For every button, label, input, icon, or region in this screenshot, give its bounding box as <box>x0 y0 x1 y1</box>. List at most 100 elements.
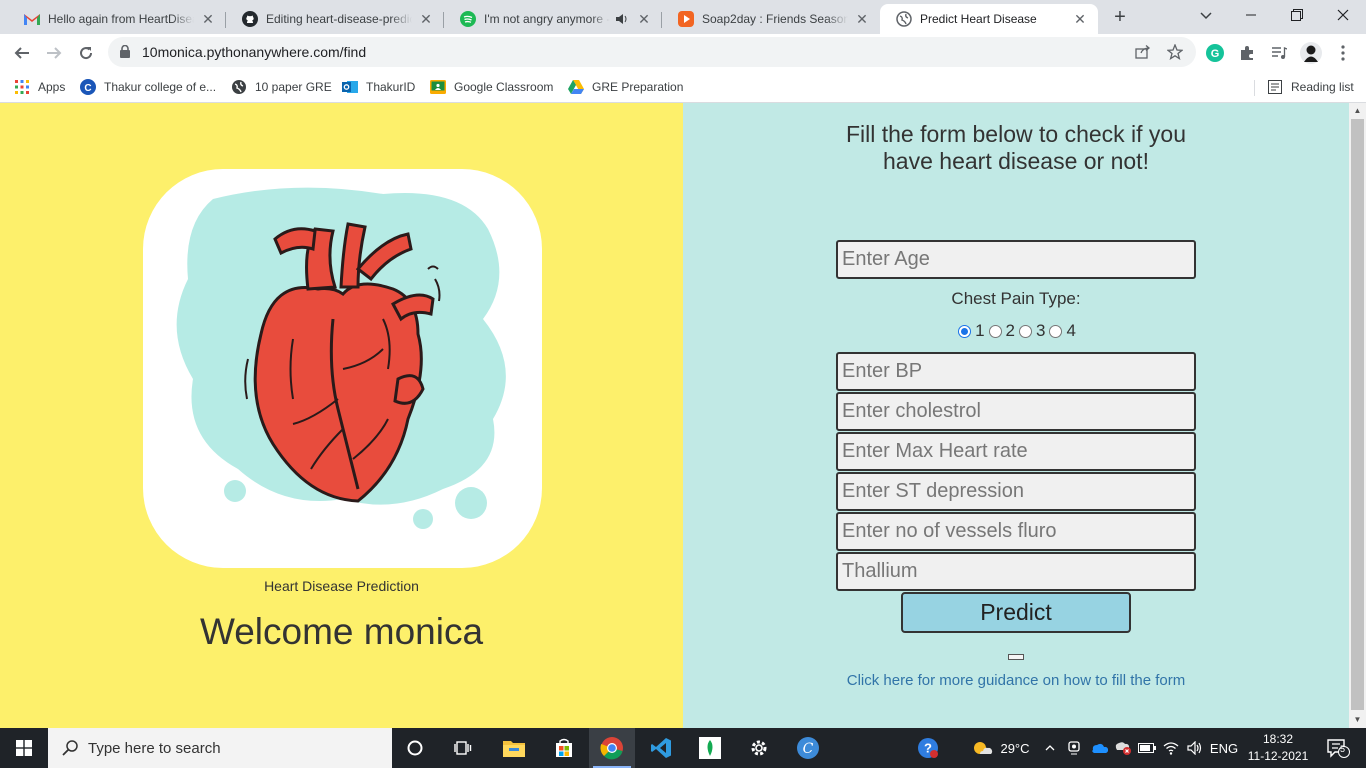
reading-list-button[interactable]: Reading list <box>1267 76 1354 98</box>
close-tab-icon[interactable]: ✕ <box>1072 11 1088 27</box>
predict-button[interactable]: Predict <box>901 592 1131 633</box>
back-button[interactable] <box>8 39 36 67</box>
language-indicator[interactable]: ENG <box>1208 728 1240 768</box>
minimize-button[interactable] <box>1228 0 1274 30</box>
weather-temp: 29°C <box>1000 740 1030 756</box>
file-explorer-icon[interactable] <box>491 728 537 768</box>
welcome-panel: Heart Disease Prediction Welcome monica <box>0 103 683 728</box>
microsoft-store-icon[interactable] <box>541 728 587 768</box>
bookmark-google-classroom[interactable]: Google Classroom <box>430 76 553 98</box>
chest-pain-option-4[interactable]: 4 <box>1047 321 1076 341</box>
battery-icon[interactable] <box>1136 728 1158 768</box>
cortana-icon[interactable] <box>392 728 438 768</box>
bookmark-thakur-college[interactable]: C Thakur college of e... <box>80 76 216 98</box>
tab-github[interactable]: Editing heart-disease-predict ✕ <box>226 4 444 34</box>
close-tab-icon[interactable]: ✕ <box>636 11 652 27</box>
tab-title: Soap2day : Friends Season 1 <box>702 12 848 26</box>
restore-button[interactable] <box>1274 0 1320 30</box>
task-view-icon[interactable] <box>440 728 486 768</box>
bookmark-thakurid[interactable]: ThakurID <box>342 76 415 98</box>
grammarly-icon[interactable]: G <box>1204 42 1226 64</box>
media-control-icon[interactable] <box>1268 42 1290 64</box>
system-clock[interactable]: 18:32 11-12-2021 <box>1246 731 1310 765</box>
tray-chevron-up-icon[interactable] <box>1040 728 1060 768</box>
taskbar-search-box[interactable]: Type here to search <box>48 728 392 768</box>
tab-title: Editing heart-disease-predict <box>266 12 412 26</box>
chest-pain-option-2[interactable]: 2 <box>987 321 1015 341</box>
tab-gmail[interactable]: Hello again from HeartDisea ✕ <box>8 4 226 34</box>
tab-soap2day[interactable]: Soap2day : Friends Season 1 ✕ <box>662 4 880 34</box>
notification-center-icon[interactable]: 5 <box>1318 728 1358 768</box>
wifi-icon[interactable] <box>1160 728 1182 768</box>
search-placeholder: Type here to search <box>88 739 221 757</box>
browser-tabstrip: Hello again from HeartDisea ✕ Editing he… <box>0 0 1366 34</box>
max-heart-rate-input[interactable] <box>836 432 1196 471</box>
profile-avatar[interactable] <box>1300 42 1322 64</box>
close-tab-icon[interactable]: ✕ <box>854 11 870 27</box>
extensions-puzzle-icon[interactable] <box>1236 42 1258 64</box>
result-output <box>1008 654 1024 660</box>
bookmark-10-paper-gre[interactable]: 10 paper GRE <box>231 76 332 98</box>
age-input[interactable] <box>836 240 1196 279</box>
chest-pain-option-3[interactable]: 3 <box>1017 321 1045 341</box>
windows-start-button[interactable] <box>0 728 48 768</box>
bookmark-gre-preparation[interactable]: GRE Preparation <box>568 76 683 98</box>
vscode-icon[interactable] <box>638 728 684 768</box>
thallium-input[interactable] <box>836 552 1196 591</box>
st-depression-input[interactable] <box>836 472 1196 511</box>
weather-widget[interactable]: 29°C <box>964 728 1038 768</box>
close-window-button[interactable] <box>1320 0 1366 30</box>
search-icon <box>62 740 78 756</box>
browser-toolbar: 10monica.pythonanywhere.com/find G <box>0 34 1366 72</box>
radio-label: 1 <box>975 321 985 340</box>
notification-count: 5 <box>1340 744 1346 754</box>
scroll-down-arrow-icon[interactable]: ▼ <box>1349 712 1366 728</box>
help-icon[interactable]: ? <box>914 728 942 768</box>
forward-button[interactable] <box>40 39 68 67</box>
tab-predict-heart-disease[interactable]: Predict Heart Disease ✕ <box>880 4 1098 34</box>
address-bar[interactable]: 10monica.pythonanywhere.com/find <box>108 37 1196 67</box>
vessels-input[interactable] <box>836 512 1196 551</box>
bookmarks-bar: Apps C Thakur college of e... 10 paper G… <box>0 72 1366 103</box>
tab-title: Predict Heart Disease <box>920 12 1037 26</box>
scroll-up-arrow-icon[interactable]: ▲ <box>1349 103 1366 119</box>
google-classroom-icon <box>430 79 446 95</box>
bookmark-star-icon[interactable] <box>1166 43 1184 61</box>
close-tab-icon[interactable]: ✕ <box>200 11 216 27</box>
reload-button[interactable] <box>72 39 100 67</box>
canva-icon[interactable]: C <box>785 728 831 768</box>
bp-input[interactable] <box>836 352 1196 391</box>
bookmark-label: Google Classroom <box>454 80 554 94</box>
speaker-icon[interactable] <box>614 11 630 27</box>
volume-icon[interactable] <box>1184 728 1206 768</box>
tab-search-chevron-icon[interactable] <box>1194 4 1218 28</box>
radio-unselected[interactable] <box>988 324 1002 338</box>
lock-icon[interactable] <box>120 44 130 63</box>
windows-taskbar: Type here to search C ? 29°C ENG 18:32 1… <box>0 728 1366 768</box>
mongodb-compass-icon[interactable] <box>687 728 733 768</box>
chest-pain-label: Chest Pain Type: <box>951 289 1081 308</box>
settings-gear-icon[interactable] <box>736 728 782 768</box>
radio-unselected[interactable] <box>1049 324 1063 338</box>
bookmark-apps[interactable]: Apps <box>14 76 65 98</box>
radio-unselected[interactable] <box>1019 324 1032 338</box>
cloud-error-icon[interactable] <box>1112 728 1134 768</box>
tray-webcam-icon[interactable] <box>1064 728 1084 768</box>
cholesterol-input[interactable] <box>836 392 1196 431</box>
radio-selected[interactable] <box>958 324 972 338</box>
onedrive-icon[interactable] <box>1088 728 1110 768</box>
radio-label: 3 <box>1036 321 1046 340</box>
url-text[interactable]: 10monica.pythonanywhere.com/find <box>142 44 366 60</box>
new-tab-button[interactable]: + <box>1108 6 1132 30</box>
scrollbar-thumb[interactable] <box>1351 119 1364 710</box>
clock-date: 11-12-2021 <box>1247 749 1309 763</box>
chrome-taskbar-icon[interactable] <box>589 728 635 768</box>
page-scrollbar[interactable]: ▲ ▼ <box>1349 103 1366 728</box>
heart-caption: Heart Disease Prediction <box>264 578 419 594</box>
tab-spotify[interactable]: I'm not angry anymore - ✕ <box>444 4 662 34</box>
chest-pain-option-1[interactable]: 1 <box>956 321 985 341</box>
close-tab-icon[interactable]: ✕ <box>418 11 434 27</box>
chrome-menu-icon[interactable] <box>1332 42 1354 64</box>
guidance-link[interactable]: Click here for more guidance on how to f… <box>683 672 1349 689</box>
share-icon[interactable] <box>1134 43 1152 61</box>
